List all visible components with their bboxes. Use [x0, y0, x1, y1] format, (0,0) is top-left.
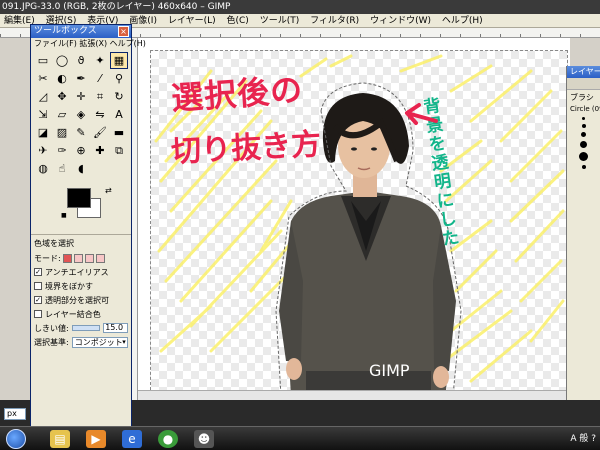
color-picker-icon[interactable]: ⁄ — [91, 70, 109, 87]
feather-row[interactable]: 境界をぼかす — [34, 280, 128, 292]
transparent-checkbox[interactable]: ✓ — [34, 296, 42, 304]
default-colors-icon[interactable]: ■ — [61, 212, 67, 219]
blend-icon[interactable]: ▨ — [53, 124, 71, 141]
color-area: ⇄ ■ — [31, 184, 131, 230]
mode-label: モード: — [34, 253, 61, 263]
menu-tools[interactable]: ツール(T) — [256, 14, 304, 27]
perspective-icon[interactable]: ◈ — [72, 106, 90, 123]
feather-checkbox[interactable] — [34, 282, 42, 290]
toolbox-window: ツールボックス × ファイル(F) 拡張(X) ヘルプ(H) ▭ ◯ ϑ ✦ ▦ ✂ ◐ ✒ ⁄… — [30, 24, 146, 430]
red-arrow-icon — [405, 103, 438, 125]
merged-row[interactable]: レイヤー結合色 — [34, 308, 128, 320]
annotation-title-line2: 切り抜き方 — [170, 127, 322, 170]
system-tray[interactable]: A 般 ? — [570, 431, 596, 444]
mode-replace-button[interactable] — [62, 253, 72, 263]
rect-select-icon[interactable]: ▭ — [34, 52, 52, 69]
threshold-slider[interactable] — [71, 325, 101, 331]
text-icon[interactable]: A — [110, 106, 128, 123]
image-window-title: 091.JPG-33.0 (RGB, 2枚のレイヤー) 460x640 – GI… — [0, 0, 600, 14]
layers-dock: レイヤー ブラシ Circle (09) (9 — [566, 66, 600, 400]
rotate-icon[interactable]: ↻ — [110, 88, 128, 105]
menu-help[interactable]: ヘルプ(H) — [438, 14, 487, 27]
ellipse-select-icon[interactable]: ◯ — [53, 52, 71, 69]
toolbox-title-text: ツールボックス — [34, 26, 97, 36]
paintbrush-icon[interactable]: 🖌 — [91, 124, 109, 141]
shear-icon[interactable]: ▱ — [53, 106, 71, 123]
transparent-row[interactable]: ✓ 透明部分を選択可 — [34, 294, 128, 306]
unit-select[interactable]: px — [4, 408, 26, 420]
folder-icon[interactable]: ▤ — [50, 430, 70, 448]
dock-title[interactable]: レイヤー — [567, 66, 600, 78]
free-select-icon[interactable]: ϑ — [72, 52, 90, 69]
merged-label: レイヤー結合色 — [45, 309, 101, 319]
toolbox-menus[interactable]: ファイル(F) 拡張(X) ヘルプ(H) — [31, 38, 146, 49]
transparent-label: 透明部分を選択可 — [45, 295, 109, 305]
mode-intersect-button[interactable] — [95, 253, 105, 263]
toolbox-title[interactable]: ツールボックス × — [31, 25, 131, 38]
dock-tabs[interactable] — [567, 78, 600, 90]
mode-subtract-button[interactable] — [84, 253, 94, 263]
threshold-row: しきい値: 15.0 — [34, 322, 128, 334]
eraser-icon[interactable]: ▬ — [110, 124, 128, 141]
taskbar: ▤ ▶ e ● ☻ A 般 ? — [0, 426, 600, 450]
media-player-icon[interactable]: ▶ — [86, 430, 106, 448]
crop-icon[interactable]: ⌗ — [91, 88, 109, 105]
gimp-watermark: GIMP — [369, 361, 410, 380]
threshold-input[interactable]: 15.0 — [103, 323, 128, 333]
zoom-icon[interactable]: ⚲ — [110, 70, 128, 87]
smudge-icon[interactable]: ☝ — [53, 160, 71, 177]
flip-icon[interactable]: ⇋ — [91, 106, 109, 123]
menu-layer[interactable]: レイヤー(L) — [164, 14, 220, 27]
swap-colors-icon[interactable]: ⇄ — [105, 186, 112, 195]
menu-windows[interactable]: ウィンドウ(W) — [366, 14, 435, 27]
chat-icon[interactable]: ● — [158, 430, 178, 448]
image-layer[interactable]: 選択後の 切り抜き方 背景を透明にした GIMP — [150, 50, 568, 396]
clone-icon[interactable]: ⊕ — [72, 142, 90, 159]
threshold-label: しきい値: — [34, 323, 69, 333]
feather-label: 境界をぼかす — [45, 281, 93, 291]
fuzzy-select-icon[interactable]: ✦ — [91, 52, 109, 69]
paths-icon[interactable]: ✒ — [72, 70, 90, 87]
airbrush-icon[interactable]: ✈ — [34, 142, 52, 159]
antialias-label: アンチエイリアス — [45, 267, 109, 277]
dodge-burn-icon[interactable]: ◖ — [72, 160, 90, 177]
tool-grid: ▭ ◯ ϑ ✦ ▦ ✂ ◐ ✒ ⁄ ⚲ ◿ ✥ ✛ ⌗ ↻ ⇲ ▱ ◈ ⇋ A ◪ ▨ ✎ 🖌 ▬ ✈ ✑ ⊕ ✚ ⧉ ◍ ☝ ◖ — [31, 49, 131, 180]
select-by-label: 選択基準: — [34, 337, 69, 347]
merged-checkbox[interactable] — [34, 310, 42, 318]
brush-name: Circle (09) (9 — [570, 105, 600, 113]
menu-colors[interactable]: 色(C) — [223, 14, 253, 27]
align-icon[interactable]: ✛ — [72, 88, 90, 105]
gimp-taskbar-icon[interactable]: ☻ — [194, 430, 214, 448]
brush-preview[interactable] — [567, 117, 600, 169]
select-by-color-icon[interactable]: ▦ — [110, 52, 128, 69]
close-icon[interactable]: × — [118, 26, 129, 37]
antialias-checkbox[interactable]: ✓ — [34, 268, 42, 276]
heal-icon[interactable]: ✚ — [91, 142, 109, 159]
mode-row: モード: — [34, 252, 128, 264]
tool-options-title: 色域を選択 — [34, 239, 74, 248]
move-icon[interactable]: ✥ — [53, 88, 71, 105]
mode-add-button[interactable] — [73, 253, 83, 263]
brush-label: ブラシ — [570, 93, 594, 102]
ink-icon[interactable]: ✑ — [53, 142, 71, 159]
bucket-fill-icon[interactable]: ◪ — [34, 124, 52, 141]
scale-icon[interactable]: ⇲ — [34, 106, 52, 123]
select-by-row: 選択基準: コンポジット — [34, 336, 128, 348]
annotation-title-line1: 選択後の — [169, 70, 305, 118]
antialias-row[interactable]: ✓ アンチエイリアス — [34, 266, 128, 278]
foreground-color[interactable] — [67, 188, 91, 208]
blur-icon[interactable]: ◍ — [34, 160, 52, 177]
browser-icon[interactable]: e — [122, 430, 142, 448]
horizontal-scrollbar[interactable] — [138, 390, 570, 400]
start-button[interactable] — [6, 429, 26, 449]
foreground-select-icon[interactable]: ◐ — [53, 70, 71, 87]
scissors-select-icon[interactable]: ✂ — [34, 70, 52, 87]
select-by-dropdown[interactable]: コンポジット — [71, 336, 128, 348]
measure-icon[interactable]: ◿ — [34, 88, 52, 105]
pencil-icon[interactable]: ✎ — [72, 124, 90, 141]
menu-filters[interactable]: フィルタ(R) — [306, 14, 363, 27]
tool-options: 色域を選択 モード: ✓ アンチエイリアス 境界をぼかす ✓ 透明部分を選択可 … — [31, 234, 131, 353]
perspective-clone-icon[interactable]: ⧉ — [110, 142, 128, 159]
